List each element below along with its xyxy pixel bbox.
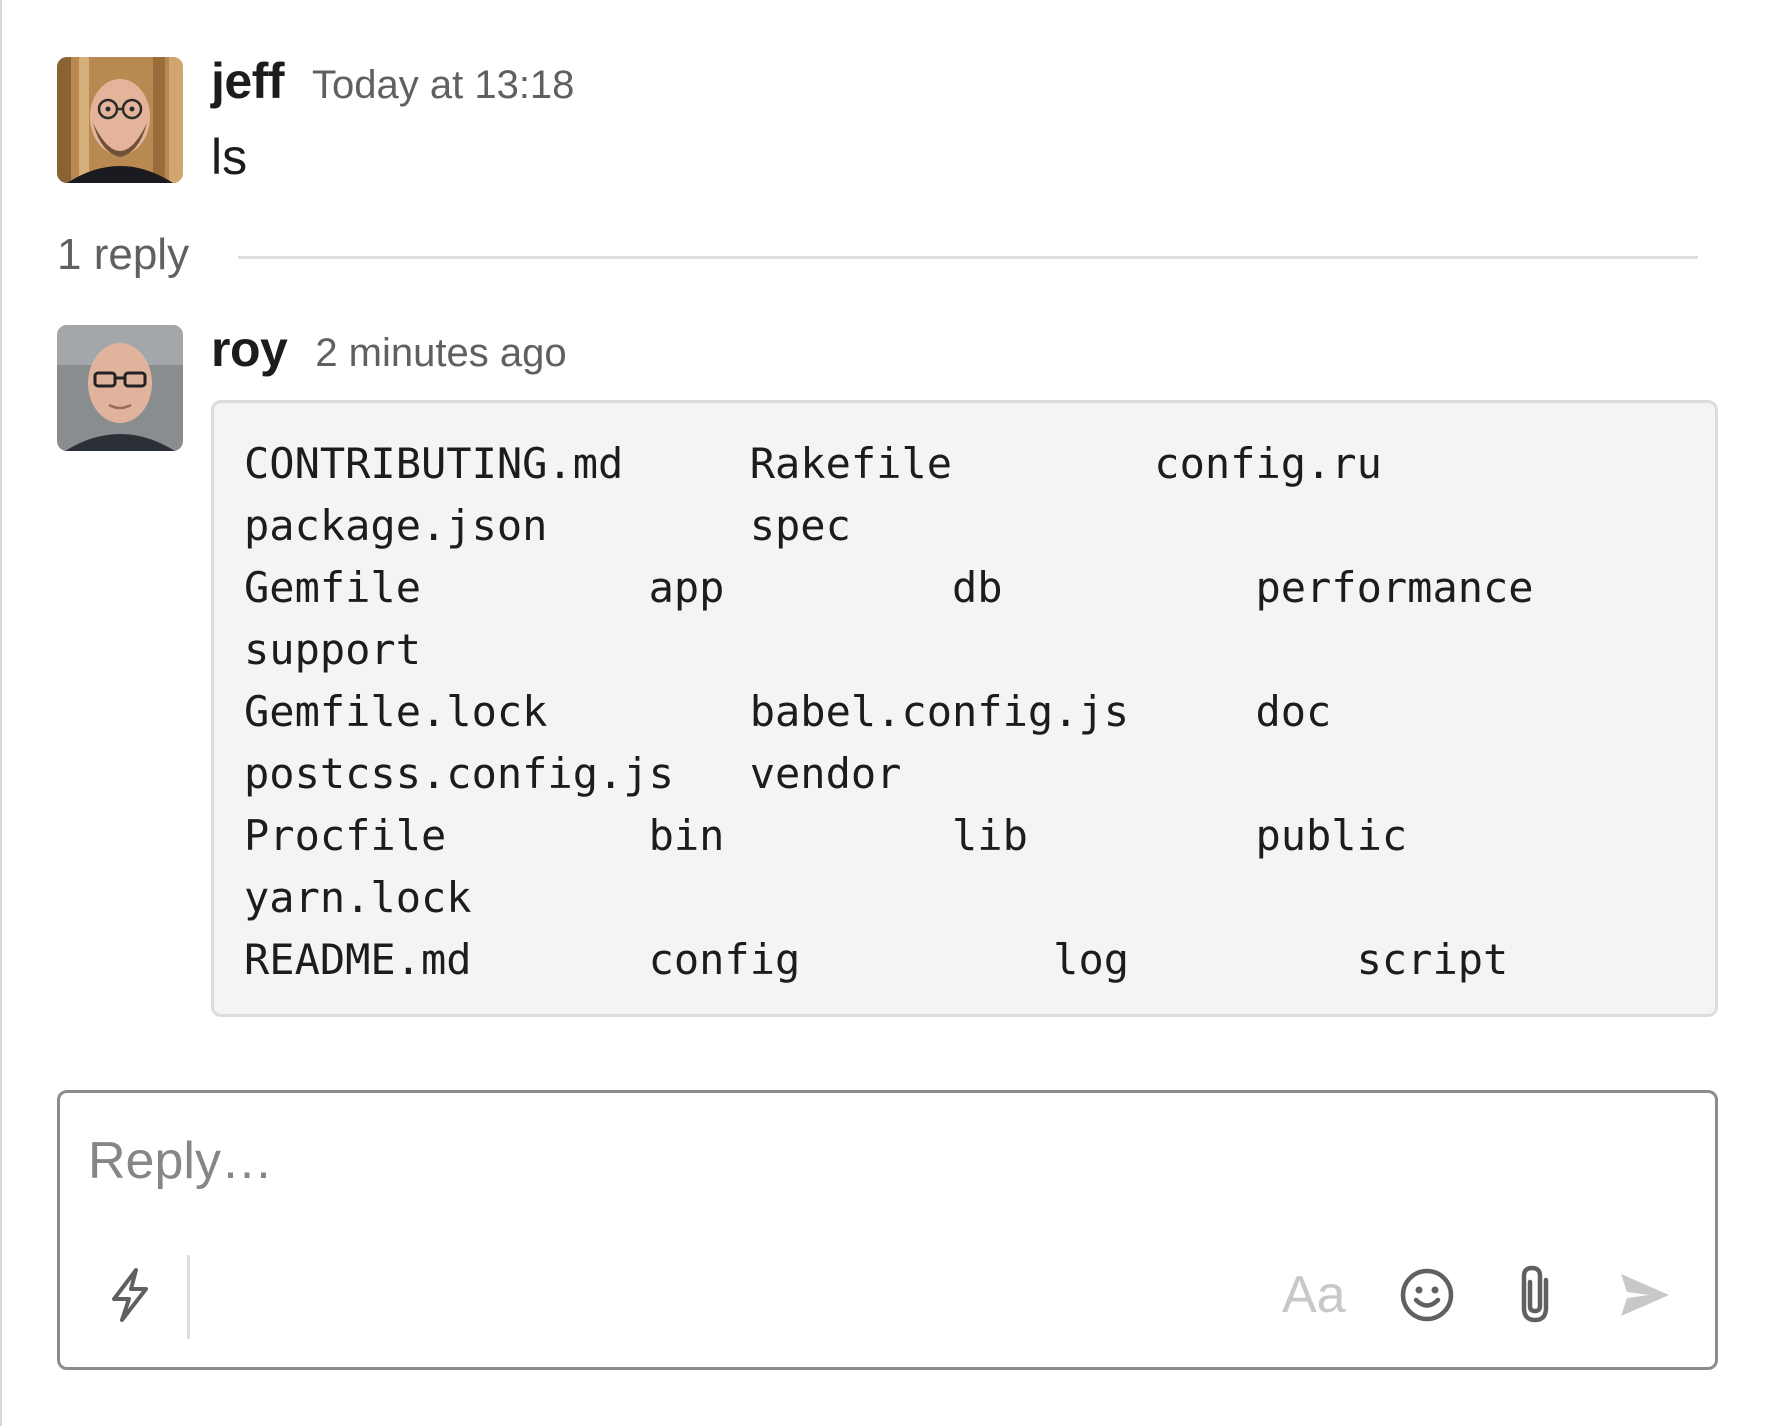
reply-composer: Aa	[57, 1090, 1718, 1370]
avatar-jeff[interactable]	[57, 57, 183, 183]
code-line: package.json spec	[244, 501, 851, 550]
pane-left-border	[0, 0, 2, 1426]
username-jeff[interactable]: jeff	[211, 52, 285, 110]
message-text: ls	[211, 129, 248, 185]
reply-count: 1 reply	[57, 230, 190, 279]
code-line: yarn.lock	[244, 873, 472, 922]
reply-divider	[238, 256, 1698, 259]
avatar-roy[interactable]	[57, 325, 183, 451]
reply-header: roy 2 minutes ago	[211, 320, 567, 378]
code-line: README.md config log script	[244, 935, 1509, 984]
username-roy[interactable]: roy	[211, 320, 288, 378]
toolbar-divider	[187, 1255, 190, 1339]
emoji-icon[interactable]	[1395, 1263, 1459, 1327]
code-block: CONTRIBUTING.md Rakefile config.ru packa…	[211, 400, 1718, 1017]
code-line: Gemfile.lock babel.config.js doc	[244, 687, 1332, 736]
attachment-icon[interactable]	[1510, 1261, 1560, 1329]
message-header: jeff Today at 13:18	[211, 52, 574, 110]
format-text-icon[interactable]: Aa	[1282, 1265, 1346, 1325]
code-line: CONTRIBUTING.md Rakefile config.ru	[244, 439, 1382, 488]
code-line: Procfile bin lib public	[244, 811, 1408, 860]
reply-timestamp[interactable]: 2 minutes ago	[315, 331, 566, 376]
avatar-jeff-image	[57, 57, 183, 183]
lightning-icon[interactable]	[100, 1265, 160, 1325]
avatar-roy-image	[57, 325, 183, 451]
reply-input[interactable]	[88, 1131, 1668, 1191]
message-timestamp[interactable]: Today at 13:18	[312, 63, 574, 108]
code-line: support	[244, 625, 422, 674]
code-line: postcss.config.js vendor	[244, 749, 902, 798]
send-icon[interactable]	[1613, 1265, 1677, 1325]
code-line: Gemfile app db performance	[244, 563, 1534, 612]
